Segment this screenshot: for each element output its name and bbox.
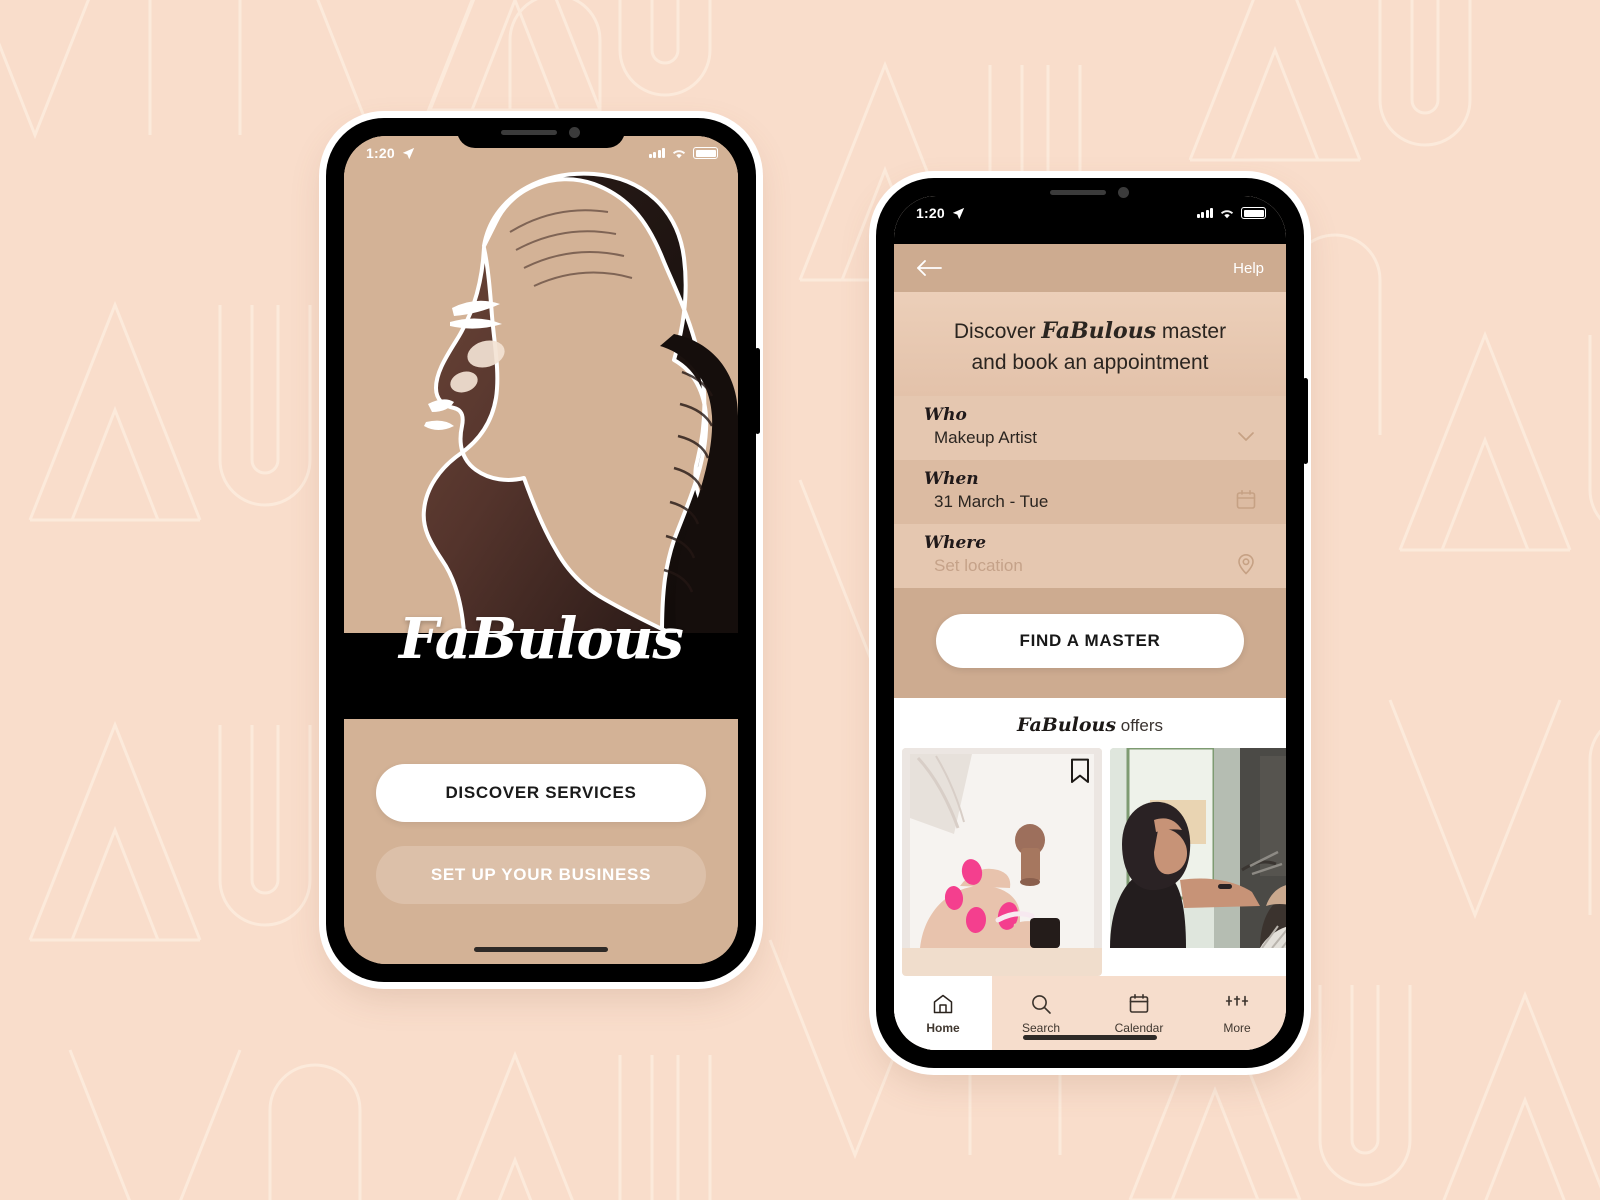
- who-label: Who: [924, 405, 967, 426]
- background-pattern: [0, 0, 1600, 1200]
- back-arrow-icon[interactable]: [916, 259, 942, 277]
- front-camera: [569, 127, 580, 138]
- offers-heading-suffix: offers: [1116, 716, 1163, 736]
- search-icon: [1032, 994, 1051, 1014]
- home-indicator: [1023, 1035, 1157, 1040]
- when-label: When: [924, 469, 979, 490]
- calendar-icon: [1129, 993, 1149, 1013]
- where-label: Where: [924, 533, 987, 554]
- tab-more[interactable]: More: [1188, 976, 1286, 1050]
- heading-brand: FaBulous: [1041, 318, 1157, 344]
- form-row-who[interactable]: Who Makeup Artist: [894, 396, 1286, 461]
- map-pin-icon[interactable]: [1234, 552, 1258, 576]
- bookmark-icon[interactable]: [1070, 758, 1090, 784]
- app-header: Help: [894, 244, 1286, 292]
- heading-line2: and book an appointment: [971, 350, 1209, 374]
- sliders-icon: [1225, 995, 1249, 1006]
- onboarding-hero-image: [344, 136, 738, 633]
- app-logo: FaBulous: [344, 604, 738, 674]
- earpiece-speaker: [501, 130, 557, 135]
- hair-salon-photo: [1110, 748, 1286, 949]
- earpiece-speaker: [1050, 190, 1106, 195]
- heading-suffix: master: [1156, 320, 1227, 343]
- booking-hero: Discover FaBulous master and book an app…: [894, 292, 1286, 397]
- left-phone-device: FaBulous DISCOVER SERVICES SET UP YOUR B…: [326, 118, 760, 982]
- tab-search-label: Search: [1021, 1020, 1061, 1035]
- left-phone-screen: FaBulous DISCOVER SERVICES SET UP YOUR B…: [344, 136, 738, 964]
- tab-home[interactable]: Home: [894, 976, 992, 1050]
- phone-side-button: [755, 348, 760, 434]
- where-value: Set location: [934, 556, 1023, 576]
- tab-home-label: Home: [926, 1020, 960, 1035]
- chevron-down-icon[interactable]: [1234, 424, 1258, 448]
- discover-services-button[interactable]: DISCOVER SERVICES: [376, 764, 706, 822]
- when-value: 31 March - Tue: [934, 492, 1049, 512]
- offers-brand: FaBulous: [1017, 714, 1117, 737]
- heading-prefix: Discover: [953, 320, 1042, 343]
- offers-heading: FaBulous offers: [894, 698, 1286, 748]
- home-indicator: [474, 947, 608, 952]
- home-icon: [933, 994, 953, 1013]
- tab-calendar-label: Calendar: [1114, 1020, 1164, 1035]
- booking-form: Who Makeup Artist When 31 March - Tue Wh…: [894, 396, 1286, 589]
- device-notch: [457, 118, 625, 148]
- help-link[interactable]: Help: [1233, 260, 1264, 277]
- app-logo-text: FaBulous: [399, 606, 684, 672]
- onboarding-actions: DISCOVER SERVICES SET UP YOUR BUSINESS: [344, 719, 738, 964]
- device-notch: [1006, 178, 1174, 208]
- calendar-icon[interactable]: [1234, 488, 1258, 512]
- right-phone-device: Help Discover FaBulous master and book a…: [876, 178, 1308, 1068]
- booking-heading: Discover FaBulous master and book an app…: [920, 316, 1260, 378]
- right-phone-screen: Help Discover FaBulous master and book a…: [894, 196, 1286, 1050]
- offers-carousel[interactable]: [894, 748, 1286, 976]
- tab-more-label: More: [1223, 1020, 1251, 1035]
- who-value: Makeup Artist: [934, 428, 1037, 448]
- offers-section: FaBulous offers: [894, 698, 1286, 976]
- offer-card[interactable]: [1110, 748, 1286, 976]
- front-camera: [1118, 187, 1129, 198]
- phone-side-button: [1303, 378, 1308, 464]
- form-row-where[interactable]: Where Set location: [894, 524, 1286, 589]
- find-a-master-button[interactable]: FIND A MASTER: [936, 614, 1244, 669]
- form-row-when[interactable]: When 31 March - Tue: [894, 460, 1286, 525]
- find-master-band: FIND A MASTER: [894, 588, 1286, 699]
- set-up-business-button[interactable]: SET UP YOUR BUSINESS: [376, 846, 706, 904]
- offer-card[interactable]: [902, 748, 1102, 976]
